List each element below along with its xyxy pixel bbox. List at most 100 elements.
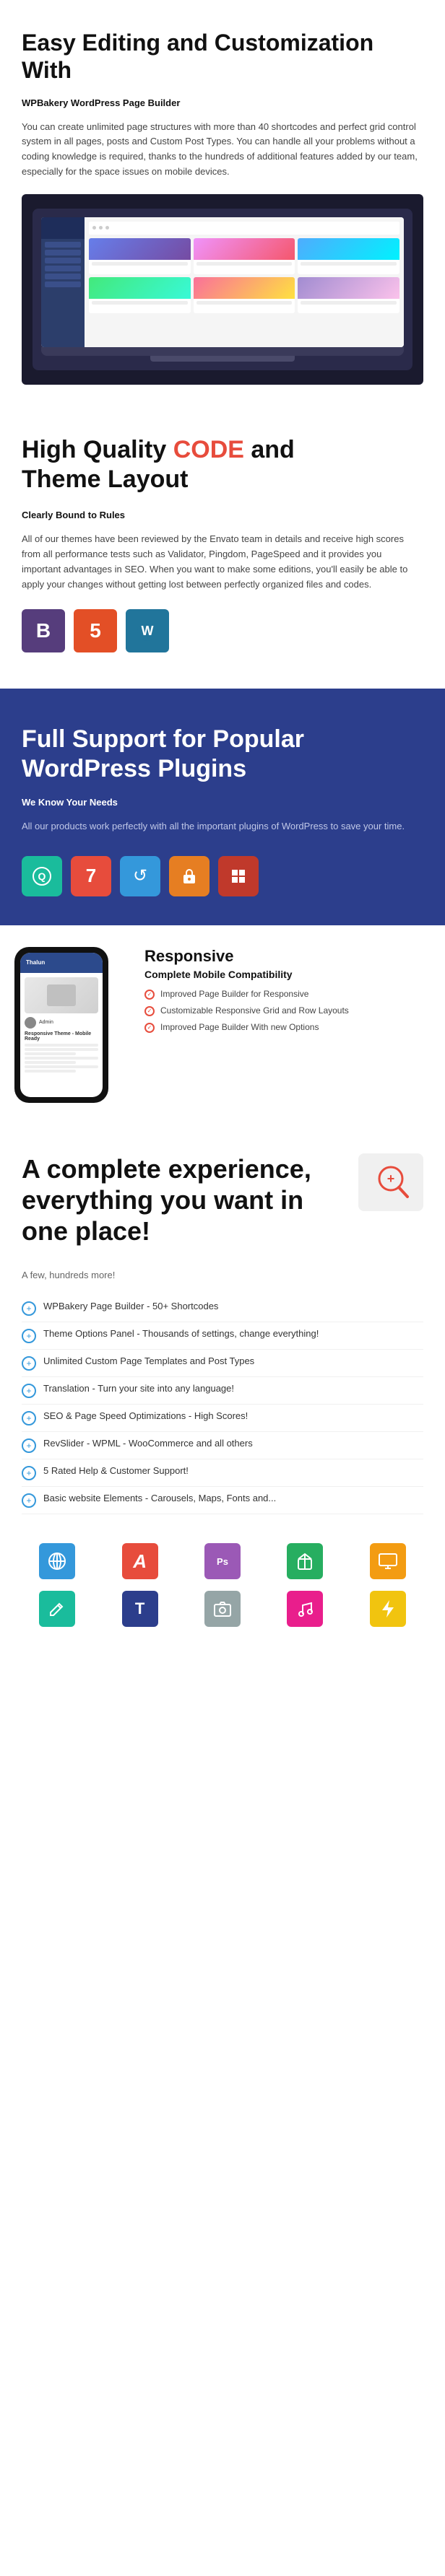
feature-check-icon (144, 990, 155, 1000)
complete-subtitle: A few, hundreds more! (22, 1270, 423, 1280)
grid-icon (218, 856, 259, 896)
phone-header: Thalun (20, 953, 103, 973)
wpml-icon: ↺ (120, 856, 160, 896)
screen-grid (89, 238, 399, 313)
responsive-info: Responsive Complete Mobile Compatibility… (144, 947, 431, 1039)
section-support: Full Support for Popular WordPress Plugi… (0, 689, 445, 925)
screen-card (298, 238, 399, 274)
complete-heading: A complete experience, everything you wa… (22, 1153, 351, 1247)
quform-icon: Q (22, 856, 62, 896)
phone-hero (25, 977, 98, 1013)
phone-screen: Thalun Admin Responsive Theme - Mobile R… (20, 953, 103, 1097)
feature-item-icon (22, 1411, 36, 1425)
feature-item-text: WPBakery Page Builder - 50+ Shortcodes (43, 1301, 218, 1311)
plugin-icons: Q 7 ↺ (22, 856, 423, 896)
photoshop-icon: Ps (204, 1543, 241, 1579)
phone-text-line (25, 1057, 98, 1060)
feature-item-3: Unlimited Custom Page Templates and Post… (22, 1350, 423, 1377)
phone-text-line (25, 1070, 76, 1073)
phone-content: Admin Responsive Theme - Mobile Ready (20, 973, 103, 1078)
support-heading: Full Support for Popular WordPress Plugi… (22, 725, 423, 784)
feature-item-4: Translation - Turn your site into any la… (22, 1377, 423, 1405)
section-complete-text: A complete experience, everything you wa… (22, 1153, 351, 1256)
code-subtitle: Clearly Bound to Rules (22, 508, 423, 523)
feature-item-text: Basic website Elements - Carousels, Maps… (43, 1493, 276, 1503)
feature-item-icon (22, 1438, 36, 1453)
editing-heading: Easy Editing and Customization With (22, 29, 423, 84)
editing-body: You can create unlimited page structures… (22, 120, 423, 180)
screen-card (298, 277, 399, 313)
feature-item-text: Translation - Turn your site into any la… (43, 1383, 234, 1394)
lightning-icon (370, 1591, 406, 1627)
code-heading-highlight: CODE (173, 436, 244, 463)
phone-username: Admin (39, 1020, 53, 1025)
svg-text:+: + (387, 1171, 395, 1186)
feature-item-5: SEO & Page Speed Optimizations - High Sc… (22, 1405, 423, 1432)
phone-post-title: Responsive Theme - Mobile Ready (25, 1031, 98, 1042)
phone-avatar (25, 1017, 36, 1029)
feature-3-text: Improved Page Builder With new Options (160, 1022, 319, 1032)
edit-icon (39, 1591, 75, 1627)
screen-card (194, 238, 295, 274)
phone-logo: Thalun (26, 959, 45, 966)
responsive-feature-list: Improved Page Builder for Responsive Cus… (144, 989, 431, 1033)
screen-header (89, 222, 399, 235)
feature-check-icon (144, 1006, 155, 1016)
laptop-mockup (33, 209, 412, 370)
support-body: All our products work perfectly with all… (22, 819, 423, 834)
bootstrap-icon: B (22, 609, 65, 652)
screen-sidebar (41, 217, 85, 347)
screen-card (89, 277, 191, 313)
feature-item-icon (22, 1466, 36, 1480)
phone-text-line (25, 1065, 98, 1068)
code-body: All of our themes have been reviewed by … (22, 532, 423, 592)
tech-icons: B 5 W (22, 609, 423, 652)
responsive-feature-3: Improved Page Builder With new Options (144, 1022, 431, 1033)
feature-item-icon (22, 1493, 36, 1508)
feature-item-text: 5 Rated Help & Customer Support! (43, 1465, 189, 1476)
responsive-subheading: Complete Mobile Compatibility (144, 969, 431, 980)
feature-items-list: WPBakery Page Builder - 50+ Shortcodes T… (22, 1295, 423, 1514)
feature-item-6: RevSlider - WPML - WooCommerce and all o… (22, 1432, 423, 1459)
type-icon: T (122, 1591, 158, 1627)
screen-card (194, 277, 295, 313)
feature-item-icon (22, 1301, 36, 1316)
section-complete-inner: A complete experience, everything you wa… (22, 1153, 423, 1256)
section-complete: A complete experience, everything you wa… (0, 1125, 445, 1529)
responsive-feature-1: Improved Page Builder for Responsive (144, 989, 431, 1000)
feature-item-text: Unlimited Custom Page Templates and Post… (43, 1355, 254, 1366)
responsive-heading: Responsive (144, 947, 431, 966)
laptop-container (22, 194, 423, 385)
svg-text:Q: Q (38, 870, 46, 882)
globe-icon (39, 1543, 75, 1579)
phone-text-line (25, 1048, 98, 1051)
lock-icon (169, 856, 209, 896)
monitor-icon (370, 1543, 406, 1579)
laptop-screen (41, 217, 404, 347)
wordpress-icon: W (126, 609, 169, 652)
section-bottom-icons: A Ps T (0, 1529, 445, 1656)
phone-text-line (25, 1052, 76, 1055)
phone-outer: Thalun Admin Responsive Theme - Mobile R… (14, 947, 108, 1103)
feature-1-text: Improved Page Builder for Responsive (160, 989, 308, 999)
feature-item-text: SEO & Page Speed Optimizations - High Sc… (43, 1410, 248, 1421)
screen-card (89, 238, 191, 274)
phone-user: Admin (25, 1017, 98, 1029)
feature-item-8: Basic website Elements - Carousels, Maps… (22, 1487, 423, 1514)
section-responsive: Thalun Admin Responsive Theme - Mobile R… (0, 925, 445, 1125)
feature-item-icon (22, 1384, 36, 1398)
bottom-icons-grid: A Ps T (22, 1543, 423, 1627)
svg-text:W: W (142, 624, 154, 638)
feature-item-1: WPBakery Page Builder - 50+ Shortcodes (22, 1295, 423, 1322)
seven-icon: 7 (71, 856, 111, 896)
feature-item-icon (22, 1329, 36, 1343)
html5-icon: 5 (74, 609, 117, 652)
feature-2-text: Customizable Responsive Grid and Row Lay… (160, 1005, 349, 1016)
code-heading-part1: High Quality (22, 436, 173, 463)
music-icon (287, 1591, 323, 1627)
screen-content (85, 217, 404, 347)
camera-icon (204, 1591, 241, 1627)
section-editing: Easy Editing and Customization With WPBa… (0, 0, 445, 399)
support-subtitle: We Know Your Needs (22, 795, 423, 811)
feature-item-text: RevSlider - WPML - WooCommerce and all o… (43, 1438, 253, 1449)
